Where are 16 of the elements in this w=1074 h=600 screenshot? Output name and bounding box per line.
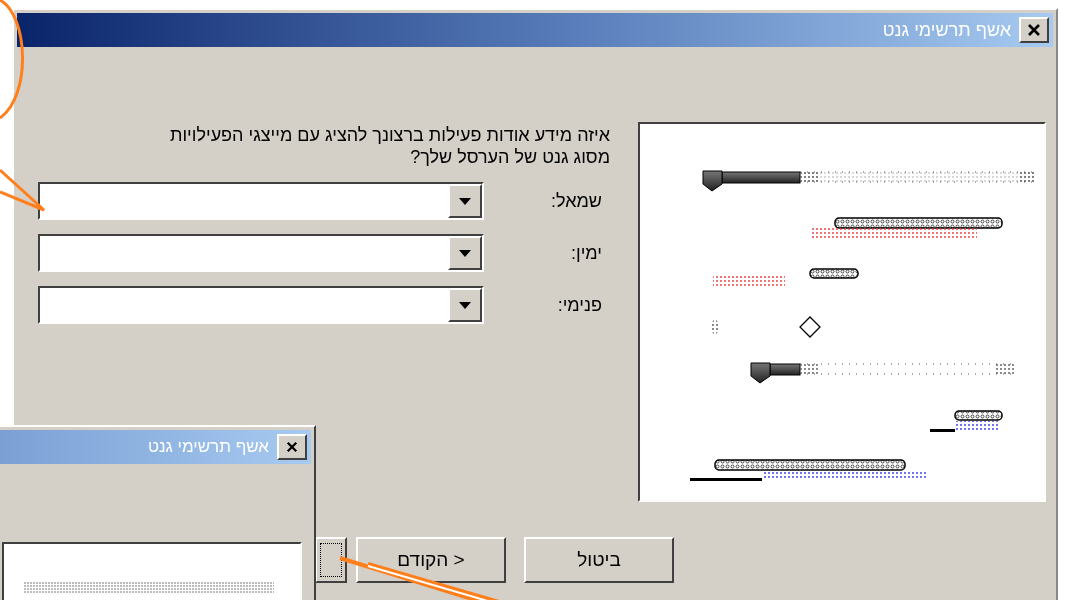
button[interactable]	[315, 537, 347, 583]
field-label: ימין:	[569, 242, 602, 264]
dialog-button[interactable]: < הקודם	[356, 537, 506, 583]
question-text: איזה מידע אודות פעילות ברצונך להציג עם מייצגי הפעילויות מסוג גנט של הערסל שלך?	[168, 124, 610, 168]
dialog-button[interactable]: ביטול	[524, 537, 674, 583]
field-label: פנימי:	[556, 294, 602, 316]
close-icon	[285, 441, 299, 453]
close-button[interactable]	[277, 434, 307, 460]
close-button[interactable]	[1019, 17, 1049, 43]
dropdown-field[interactable]	[38, 182, 484, 220]
dropdown-field[interactable]	[38, 234, 484, 272]
field-label: שמאל:	[550, 190, 602, 212]
dropdown-field[interactable]	[38, 286, 484, 324]
close-icon	[1026, 23, 1042, 37]
window-title: אשף תרשימי גנט	[147, 437, 269, 457]
window-title: אשף תרשימי גנט	[882, 19, 1011, 41]
